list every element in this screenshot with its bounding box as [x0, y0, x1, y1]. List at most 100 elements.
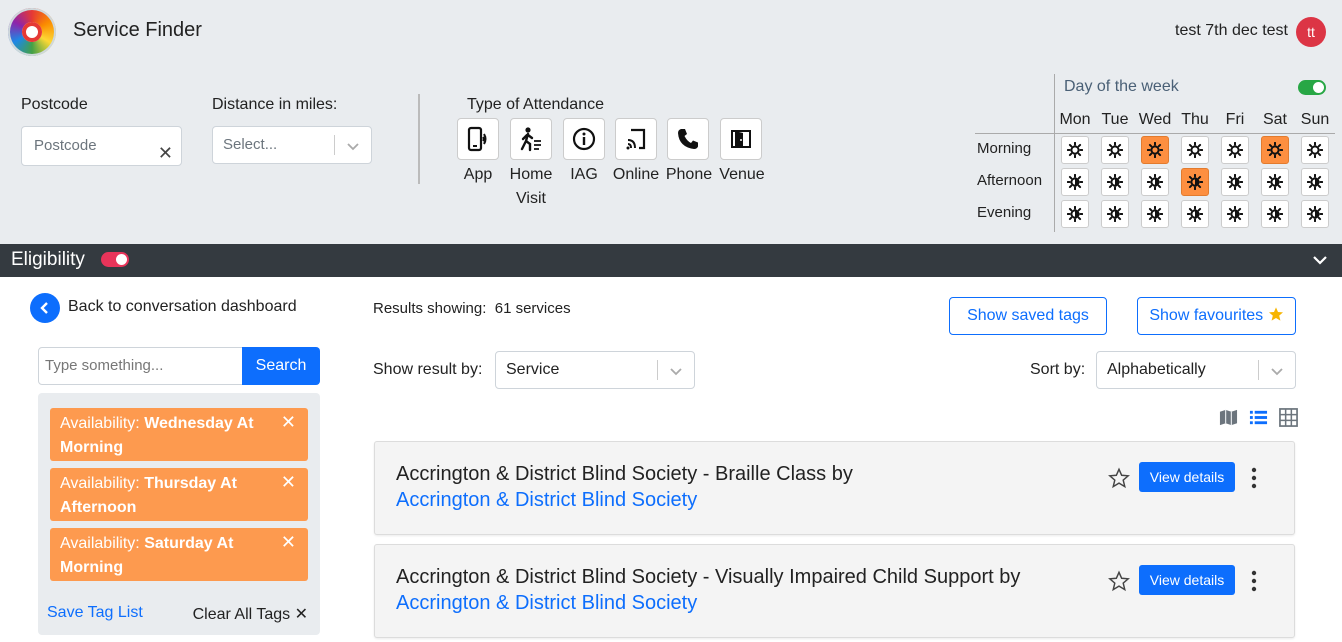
- provider-link[interactable]: Accrington & District Blind Society: [396, 592, 697, 614]
- remove-tag-icon[interactable]: ✕: [281, 470, 296, 494]
- sun-icon: [1147, 142, 1163, 158]
- slot-afternoon-sun[interactable]: [1301, 168, 1329, 196]
- slot-evening-thu[interactable]: [1181, 200, 1209, 228]
- half-sun-icon: [1107, 206, 1123, 222]
- attendance-home-visit-label: Home Visit: [509, 166, 553, 207]
- results-count: Results showing: 61 services: [373, 300, 571, 317]
- attendance-iag-label: IAG: [570, 166, 598, 183]
- back-button[interactable]: [30, 293, 60, 323]
- slot-morning-tue[interactable]: [1101, 136, 1129, 164]
- phone-icon: [678, 129, 698, 149]
- save-tag-list-link[interactable]: Save Tag List: [47, 604, 143, 622]
- slot-afternoon-wed[interactable]: [1141, 168, 1169, 196]
- view-details-button[interactable]: View details: [1139, 565, 1235, 595]
- postcode-label: Postcode: [21, 96, 88, 113]
- day-header-wed: Wed: [1138, 111, 1172, 128]
- slot-evening-sun[interactable]: [1301, 200, 1329, 228]
- app-logo[interactable]: [8, 8, 56, 56]
- user-name[interactable]: test 7th dec test: [1175, 22, 1288, 40]
- half-sun-icon: [1227, 206, 1243, 222]
- sort-by-select[interactable]: Alphabetically: [1096, 351, 1296, 389]
- attendance-label: Type of Attendance: [467, 96, 604, 113]
- star-filled-icon: [1268, 307, 1283, 321]
- eligibility-bar[interactable]: Eligibility: [0, 244, 1342, 277]
- clear-postcode-icon[interactable]: ✕: [158, 134, 173, 172]
- back-to-dashboard-link[interactable]: Back to conversation dashboard: [68, 298, 297, 316]
- slot-afternoon-sat[interactable]: [1261, 168, 1289, 196]
- chevron-down-icon: [1271, 359, 1283, 395]
- tag-prefix: Availability:: [60, 475, 145, 492]
- slot-label-morning: Morning: [977, 140, 1032, 157]
- attendance-iag-button[interactable]: [563, 118, 605, 160]
- app-title: Service Finder: [73, 19, 202, 41]
- info-icon: [572, 127, 596, 151]
- remove-tag-icon[interactable]: ✕: [281, 530, 296, 554]
- grid-view-icon[interactable]: [1279, 408, 1298, 432]
- results-showing-label: Results showing:: [373, 300, 487, 317]
- slot-afternoon-mon[interactable]: [1061, 168, 1089, 196]
- half-sun-icon: [1187, 206, 1203, 222]
- day-of-week-filter: Day of the week Mon Tue Wed Thu Fri Sat Sun Mo…: [975, 74, 1342, 234]
- avatar[interactable]: tt: [1296, 17, 1326, 47]
- half-sun-icon: [1187, 174, 1203, 190]
- half-sun-icon: [1227, 174, 1243, 190]
- day-of-week-toggle[interactable]: [1298, 80, 1326, 95]
- remove-tag-icon[interactable]: ✕: [281, 410, 296, 434]
- view-details-button[interactable]: View details: [1139, 462, 1235, 492]
- show-favourites-button[interactable]: Show favourites: [1137, 297, 1296, 335]
- postcode-placeholder: Postcode: [34, 137, 97, 154]
- half-sun-icon: [1067, 174, 1083, 190]
- list-view-icon[interactable]: [1249, 408, 1268, 432]
- chevron-down-icon[interactable]: [1312, 253, 1328, 272]
- slot-morning-fri[interactable]: [1221, 136, 1249, 164]
- slot-morning-sun[interactable]: [1301, 136, 1329, 164]
- more-options-icon[interactable]: [1251, 570, 1257, 597]
- half-sun-icon: [1067, 206, 1083, 222]
- attendance-venue-button[interactable]: [720, 118, 762, 160]
- eligibility-toggle[interactable]: [101, 252, 129, 267]
- tag-prefix: Availability:: [60, 535, 145, 552]
- day-header-sun: Sun: [1300, 111, 1330, 128]
- slot-evening-mon[interactable]: [1061, 200, 1089, 228]
- show-favourites-label: Show favourites: [1149, 307, 1264, 324]
- attendance-online-button[interactable]: [615, 118, 657, 160]
- slot-morning-mon[interactable]: [1061, 136, 1089, 164]
- provider-link[interactable]: Accrington & District Blind Society: [396, 489, 697, 511]
- slot-evening-sat[interactable]: [1261, 200, 1289, 228]
- clear-all-tags-button[interactable]: Clear All Tags ✕: [193, 604, 308, 624]
- search-button[interactable]: Search: [242, 347, 320, 385]
- sun-icon: [1267, 142, 1283, 158]
- week-grid-divider: [1054, 74, 1055, 232]
- slot-evening-fri[interactable]: [1221, 200, 1249, 228]
- slot-evening-wed[interactable]: [1141, 200, 1169, 228]
- attendance-app-label: App: [463, 166, 493, 183]
- attendance-phone-button[interactable]: [667, 118, 709, 160]
- filter-divider: [418, 94, 420, 184]
- slot-evening-tue[interactable]: [1101, 200, 1129, 228]
- map-view-icon[interactable]: [1219, 408, 1238, 432]
- show-result-by-select[interactable]: Service: [495, 351, 695, 389]
- eligibility-title: Eligibility: [11, 249, 85, 270]
- select-separator: [334, 135, 335, 155]
- distance-select[interactable]: Select...: [212, 126, 372, 164]
- postcode-input[interactable]: Postcode ✕: [21, 126, 182, 166]
- filter-panel: Service Finder test 7th dec test tt Post…: [0, 0, 1342, 244]
- door-icon: [731, 130, 751, 148]
- show-saved-tags-button[interactable]: Show saved tags: [949, 297, 1107, 335]
- attendance-app-button[interactable]: [457, 118, 499, 160]
- sun-icon: [1227, 142, 1243, 158]
- slot-afternoon-fri[interactable]: [1221, 168, 1249, 196]
- sort-by-label: Sort by:: [1030, 361, 1086, 378]
- slot-morning-thu[interactable]: [1181, 136, 1209, 164]
- attendance-online-label: Online: [612, 166, 660, 183]
- favourite-star-icon[interactable]: [1108, 467, 1130, 494]
- slot-afternoon-tue[interactable]: [1101, 168, 1129, 196]
- tag-search-input[interactable]: Type something...: [38, 347, 243, 385]
- more-options-icon[interactable]: [1251, 467, 1257, 494]
- week-grid-divider: [975, 133, 1335, 134]
- attendance-home-visit-button[interactable]: [510, 118, 552, 160]
- slot-morning-wed[interactable]: [1141, 136, 1169, 164]
- favourite-star-icon[interactable]: [1108, 570, 1130, 597]
- slot-morning-sat[interactable]: [1261, 136, 1289, 164]
- slot-afternoon-thu[interactable]: [1181, 168, 1209, 196]
